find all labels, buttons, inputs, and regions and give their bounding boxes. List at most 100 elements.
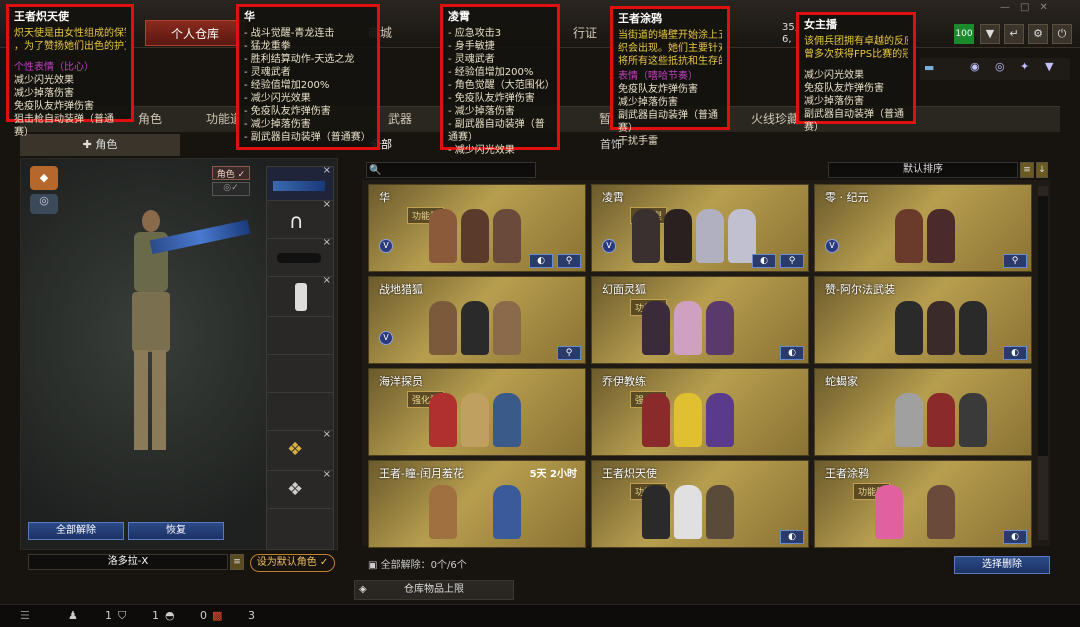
search-icon[interactable]: ⚲ (557, 254, 581, 268)
slot-pet-1[interactable]: × ❖ (266, 429, 334, 472)
gift-count: 3 (248, 609, 255, 622)
card-king-tong[interactable]: 王者-瞳-闰月羞花 5天 2小时 (368, 460, 586, 548)
voice-icon[interactable]: ◐ (780, 346, 804, 360)
character-portrait (706, 485, 734, 539)
close-icon[interactable]: × (323, 199, 331, 210)
popup-feature: 减少闪光效果 (14, 75, 74, 86)
popup-title: 华 (244, 10, 255, 23)
power-icon[interactable]: ⏻ (1052, 24, 1072, 44)
sunglasses-icon (277, 253, 321, 263)
popup-feature: - 减少闪光效果 (244, 93, 311, 104)
slot-empty-3[interactable] (266, 392, 334, 434)
friends-icon[interactable]: ♟ (68, 609, 78, 622)
voice-icon[interactable]: ◐ (752, 254, 776, 268)
popup-feature: - 经验值增加200% (244, 80, 330, 91)
slot-empty-1[interactable] (266, 316, 334, 358)
card-name: 华 (379, 191, 390, 204)
card-name: 海洋探员 (379, 375, 423, 388)
chat-icon[interactable]: ◓ (165, 609, 175, 622)
clear-count: ▣ 全部解除：0个/6个 (368, 556, 467, 571)
voice-icon[interactable]: ◐ (529, 254, 553, 268)
search-icon[interactable]: ⚲ (780, 254, 804, 268)
rank-icon[interactable]: ▼ (980, 24, 1000, 44)
card-hua[interactable]: 华功能型 V ◐ ⚲ (368, 184, 586, 272)
card-phantom-fox[interactable]: 幻面灵狐功能型◐ (591, 276, 809, 364)
badge-icon-4: ▼ (1045, 60, 1054, 73)
popup-feature: - 减少掉落伤害 (448, 106, 515, 117)
popup-feature: - 经验值增加200% (448, 67, 534, 78)
card-name: 幻面灵狐 (602, 283, 646, 296)
pet-icon: ❖ (287, 479, 304, 500)
menu-icon[interactable]: ≡ (230, 554, 244, 570)
popup-feature: 副武器自动装弹（普通赛） (618, 110, 718, 134)
restore-button[interactable]: 恢复 (128, 522, 224, 540)
tab-pass[interactable]: 行证 (560, 20, 610, 46)
set-default-role-button[interactable]: 设为默认角色 ✓ (250, 554, 335, 572)
card-name: 凌霄 (602, 191, 624, 204)
clear-label: 全部解除： (380, 560, 431, 571)
card-zero-epoch[interactable]: 零 · 纪元 V ⚲ (814, 184, 1032, 272)
exit-icon[interactable]: ↵ (1004, 24, 1024, 44)
slot-glasses[interactable]: × (266, 237, 334, 280)
vip-icon: V (602, 239, 616, 253)
card-zan-alpha[interactable]: 赞-阿尔法武装 ◐ (814, 276, 1032, 364)
search-icon[interactable]: ⚲ (557, 346, 581, 360)
card-battle-fox[interactable]: 战地猎狐 V ⚲ (368, 276, 586, 364)
close-icon[interactable]: × (323, 429, 331, 440)
close-icon[interactable]: × (323, 237, 331, 248)
card-ocean-agent[interactable]: 海洋探员 强化型 (368, 368, 586, 456)
tab-personal-storage[interactable]: 个人仓库 (145, 20, 245, 46)
card-name: 蛇蝎家 (825, 375, 858, 388)
slot-empty-4[interactable] (266, 508, 334, 550)
popup-feature: - 副武器自动装弹（普通赛） (448, 119, 545, 143)
popup-desc: 将所有这些抵抗和生存的过程升华成 (618, 56, 722, 67)
window-controls[interactable]: —□✕ (1000, 2, 1058, 13)
popup-feature: 减少掉落伤害 (14, 88, 74, 99)
popup-feature: 免疫队友炸弹伤害 (804, 83, 884, 94)
character-portrait (429, 393, 457, 447)
card-scorpion[interactable]: 蛇蝎家 (814, 368, 1032, 456)
shield-icon[interactable]: ⛉ (118, 609, 126, 623)
search-icon[interactable]: ⚲ (1003, 254, 1027, 268)
slot-radio[interactable]: × (266, 275, 334, 318)
badge-icon-2: ◎ (995, 60, 1005, 73)
scrollbar[interactable] (1038, 186, 1048, 540)
list-icon[interactable]: ≡ (1020, 162, 1034, 178)
gear-icon[interactable]: ⚙ (1028, 24, 1048, 44)
close-icon[interactable]: × (323, 469, 331, 480)
visibility-toggle[interactable]: ◎✓ (212, 182, 250, 196)
mask-icon[interactable]: ◎ (30, 194, 58, 214)
gift-icon[interactable]: ▩ (212, 609, 222, 622)
search-input[interactable]: 🔍 (366, 162, 536, 178)
slot-empty-2[interactable] (266, 354, 334, 396)
popup-desc: 曾多次获得FPS比赛的冠军 (804, 49, 908, 60)
popup-emote: 表情（嘻哈节奏） (618, 71, 698, 82)
card-lingxiao[interactable]: 凌霄功能型V◐⚲ (591, 184, 809, 272)
arrow-down-icon[interactable]: ↓ (1036, 162, 1048, 178)
close-icon[interactable]: × (323, 275, 331, 286)
slot-headphones[interactable]: × ∩ (266, 199, 334, 242)
character-portrait (959, 393, 987, 447)
popup-title: 王者炽天使 (14, 10, 69, 23)
card-king-graffiti[interactable]: 王者涂鸦 功能型 ◐ (814, 460, 1032, 548)
slot-pet-2[interactable]: × ❖ (266, 469, 334, 512)
list-icon[interactable]: ☰ (20, 609, 30, 622)
voice-icon[interactable]: ◐ (780, 530, 804, 544)
card-coach-joy[interactable]: 乔伊教练强化型 (591, 368, 809, 456)
sort-dropdown[interactable]: 默认排序 (828, 162, 1018, 178)
character-icon[interactable]: ◆ (30, 166, 58, 190)
character-portrait (493, 209, 521, 263)
card-king-seraph[interactable]: 王者炽天使功能型◐ (591, 460, 809, 548)
voice-icon[interactable]: ◐ (1003, 346, 1027, 360)
clear-count-value: 0个/6个 (430, 560, 467, 571)
voice-icon[interactable]: ◐ (1003, 530, 1027, 544)
role-toggle-label: 角色 (216, 170, 235, 180)
close-icon[interactable]: × (323, 165, 331, 176)
storage-limit-button[interactable]: ◈ 仓库物品上限 (354, 580, 514, 600)
rifle-icon (273, 181, 325, 191)
popup-feature: - 胜利结算动作-天选之龙 (244, 54, 355, 65)
clear-all-button[interactable]: 全部解除 (28, 522, 124, 540)
popup-feature: - 灵魂武者 (448, 54, 495, 65)
role-toggle[interactable]: 角色 ✓ (212, 166, 250, 180)
select-remove-button[interactable]: 选择删除 (954, 556, 1050, 574)
